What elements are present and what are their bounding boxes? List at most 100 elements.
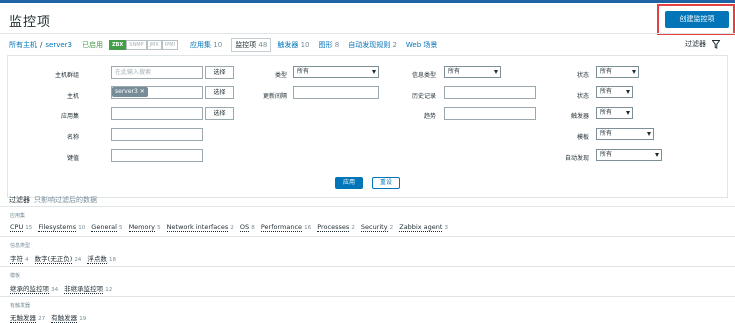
info-type-label: 信息类型 — [411, 72, 436, 79]
tab-triggers[interactable]: 触发器 10 — [277, 40, 309, 50]
tab-items[interactable]: 监控项 48 — [231, 38, 272, 52]
host-status[interactable]: 已启用 — [82, 40, 103, 50]
host-tag: server3 ✕ — [112, 87, 148, 97]
filter-toggle[interactable]: 过滤器 — [685, 39, 720, 49]
subfilter-row-template: 继承的监控项 34 非继承监控项 12 — [10, 283, 116, 294]
subfilter-item[interactable]: 有触发器 — [51, 314, 78, 323]
history-label: 历史记录 — [411, 93, 436, 100]
breadcrumb-separator: / — [40, 41, 43, 49]
highlight-annotation — [657, 4, 735, 35]
subfilter-count: 2 — [230, 225, 234, 231]
tab-label: Web 场景 — [405, 41, 438, 49]
update-interval-label: 更新间隔 — [262, 93, 287, 100]
info-type-select[interactable]: 所有 — [444, 66, 501, 78]
apply-button[interactable]: 应用 — [335, 177, 363, 189]
host-group-input[interactable]: 在此输入搜索 — [111, 66, 203, 79]
tab-label: 自动发现规则 — [348, 41, 391, 49]
subfilter-item[interactable]: 字符 — [10, 255, 23, 264]
application-input[interactable] — [111, 107, 203, 120]
subfilter-item[interactable]: 浮点数 — [87, 255, 107, 264]
type-label: 类型 — [274, 72, 287, 79]
divider — [0, 296, 735, 297]
breadcrumb-all-hosts[interactable]: 所有主机 — [9, 40, 37, 50]
subfilter-item[interactable]: Processes — [317, 223, 350, 232]
reset-button[interactable]: 重设 — [372, 177, 400, 189]
interface-badge-jmx: JMX — [146, 40, 162, 50]
subfilter-item[interactable]: Security — [360, 223, 388, 232]
subfilter-title: 过滤器 只影响过滤后的数据 — [9, 195, 97, 205]
template-label: 模板 — [576, 134, 589, 141]
tab-label: 监控项 — [235, 41, 257, 49]
subfilter-count: 2 — [389, 225, 394, 231]
tab-count: 48 — [258, 41, 268, 49]
key-label: 键值 — [66, 155, 79, 162]
status-label: 状态 — [576, 93, 589, 100]
subfilter-item[interactable]: 无触发器 — [10, 314, 36, 323]
subfilter-heading-applications: 应用集 — [10, 213, 26, 219]
state-select[interactable]: 所有 — [596, 66, 639, 78]
tab-label: 应用集 — [190, 41, 212, 49]
state-label: 状态 — [576, 72, 589, 79]
host-label: 主机 — [66, 93, 79, 100]
discovery-select[interactable]: 所有 — [596, 149, 662, 161]
chevron-down-icon — [632, 70, 636, 74]
trends-input[interactable] — [444, 107, 536, 120]
subfilter-count: 34 — [51, 287, 59, 293]
remove-icon[interactable]: ✕ — [140, 88, 145, 95]
update-interval-input[interactable] — [293, 86, 379, 99]
subfilter-item[interactable]: OS — [239, 223, 250, 232]
subfilter-count: 4 — [25, 257, 29, 263]
template-select[interactable]: 所有 — [596, 128, 654, 140]
history-input[interactable] — [444, 86, 536, 99]
type-select[interactable]: 所有 — [293, 66, 379, 78]
subfilter-count: 24 — [74, 257, 82, 263]
subfilter-item[interactable]: 数字(无正负) — [34, 255, 73, 264]
subfilter-count: 2 — [351, 225, 355, 231]
name-label: 名称 — [66, 134, 79, 141]
subfilter-item[interactable]: 非继承监控项 — [64, 285, 104, 294]
subfilter-item[interactable]: Zabbix agent — [399, 223, 443, 232]
subfilter-item[interactable]: CPU — [10, 223, 24, 232]
info-type-select-value: 所有 — [448, 68, 461, 75]
triggers-label: 触发器 — [570, 113, 589, 120]
application-select-button[interactable]: 选择 — [205, 107, 234, 120]
tab-web-scenarios[interactable]: Web 场景 — [406, 40, 438, 50]
tab-label: 触发器 — [277, 41, 299, 49]
tab-count: 10 — [213, 41, 223, 49]
filter-toggle-label: 过滤器 — [685, 40, 706, 48]
top-accent-bar — [0, 0, 735, 3]
subfilter-item[interactable]: 继承的监控项 — [10, 285, 49, 294]
tab-count: 10 — [300, 41, 310, 49]
subfilter-item[interactable]: Filesystems — [38, 223, 77, 232]
tab-graphs[interactable]: 图形 8 — [319, 40, 340, 50]
name-input[interactable] — [111, 128, 203, 141]
chevron-down-icon — [655, 153, 659, 157]
subfilter-count: 27 — [38, 316, 46, 322]
subfilter-item[interactable]: General — [91, 223, 117, 232]
subfilter-heading-template: 模板 — [10, 273, 21, 279]
breadcrumb: 所有主机 / server3 已启用 ZBX SNMP JMX IPMI 应用集… — [9, 38, 438, 52]
breadcrumb-host[interactable]: server3 — [45, 41, 72, 49]
subfilter-count: 10 — [78, 225, 86, 231]
subfilter-row-with-triggers: 无触发器 27 有触发器 19 — [10, 312, 90, 323]
tab-count: 8 — [334, 41, 340, 49]
chevron-down-icon — [494, 70, 498, 74]
subfilter-item[interactable]: Performance — [260, 223, 303, 232]
subfilter-count: 3 — [444, 225, 449, 231]
subfilter-count: 8 — [251, 225, 255, 231]
tab-applications[interactable]: 应用集 10 — [190, 40, 222, 50]
discovery-select-value: 所有 — [600, 151, 613, 158]
subfilter-count: 5 — [157, 225, 161, 231]
subfilter-item[interactable]: Network interfaces — [166, 223, 229, 232]
triggers-select[interactable]: 所有 — [596, 107, 633, 119]
funnel-icon — [712, 39, 720, 49]
status-select-value: 所有 — [600, 88, 613, 95]
status-select[interactable]: 所有 — [596, 86, 633, 98]
divider — [0, 33, 735, 34]
host-tag-label: server3 — [115, 88, 138, 95]
state-select-value: 所有 — [600, 68, 613, 75]
tab-discovery-rules[interactable]: 自动发现规则 2 — [348, 40, 397, 50]
application-label: 应用集 — [60, 113, 79, 120]
subfilter-item[interactable]: Memory — [128, 223, 156, 232]
key-input[interactable] — [111, 149, 203, 162]
